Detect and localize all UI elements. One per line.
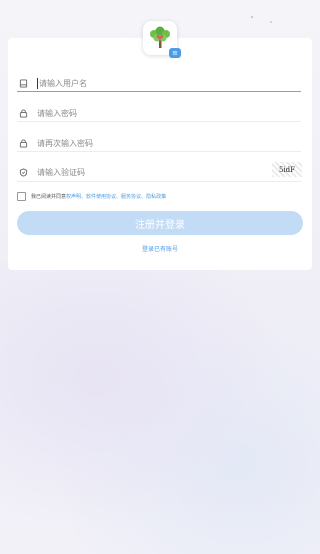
app-logo: ≡ xyxy=(143,21,181,58)
username-field[interactable]: 请输入用户名 xyxy=(17,73,301,93)
agreement-row: 我已阅读并同意 权声明、 软件使用协议、 服务协议、 隐私政策 xyxy=(17,191,166,201)
tree-logo-icon xyxy=(150,26,170,48)
lock-icon xyxy=(17,107,29,119)
agreement-prefix: 我已阅读并同意 xyxy=(31,193,67,200)
password-field[interactable]: 请输入密码 xyxy=(17,103,301,123)
captcha-field[interactable]: 请输入验证码 xyxy=(17,162,267,182)
login-existing-account-link[interactable]: 登录已有账号 xyxy=(0,244,320,253)
captcha-underline xyxy=(17,181,301,182)
software-agreement-link[interactable]: 软件使用协议、 xyxy=(86,193,121,200)
service-agreement-link[interactable]: 服务协议、 xyxy=(121,193,146,200)
lock-icon xyxy=(17,137,29,149)
copyright-link[interactable]: 权声明、 xyxy=(66,193,86,200)
password-underline xyxy=(17,121,301,122)
agree-checkbox[interactable] xyxy=(17,191,26,201)
shield-icon xyxy=(17,166,29,178)
status-dot xyxy=(270,21,272,23)
captcha-text: 5idF xyxy=(278,165,296,174)
privacy-policy-link[interactable]: 隐私政策 xyxy=(146,193,166,200)
logo-badge: ≡ xyxy=(169,48,181,58)
phone-icon xyxy=(17,77,29,89)
background-decoration xyxy=(0,260,320,554)
captcha-input[interactable]: 请输入验证码 xyxy=(37,167,85,178)
register-login-button[interactable]: 注册并登录 xyxy=(17,211,303,235)
confirm-password-underline xyxy=(17,151,301,152)
captcha-image[interactable]: 5idF xyxy=(272,162,302,177)
confirm-password-input[interactable]: 请再次输入密码 xyxy=(37,138,93,149)
password-input[interactable]: 请输入密码 xyxy=(37,108,77,119)
username-input[interactable]: 请输入用户名 xyxy=(37,77,87,89)
username-underline xyxy=(17,91,301,92)
status-dot xyxy=(251,16,253,18)
confirm-password-field[interactable]: 请再次输入密码 xyxy=(17,133,301,153)
